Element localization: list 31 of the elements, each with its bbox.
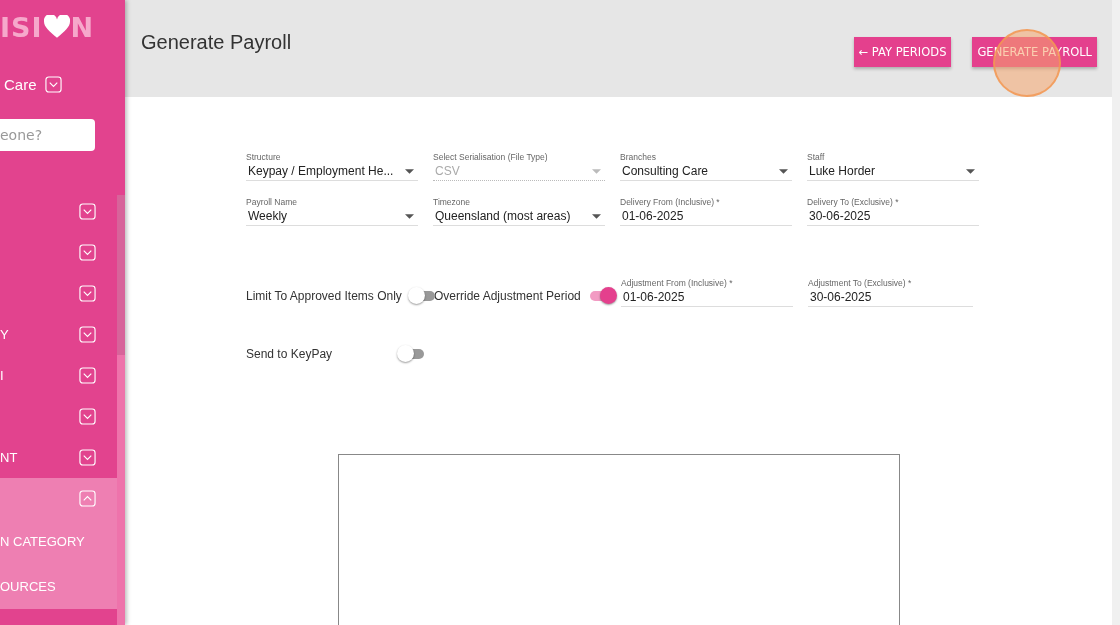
- toggle-label: Send to KeyPay: [246, 347, 334, 361]
- page-title: Generate Payroll: [141, 31, 292, 54]
- dropdown-caret-icon: [779, 168, 788, 174]
- form-field[interactable]: Delivery To (Exclusive) * 30-06-2025: [807, 197, 979, 226]
- dropdown-caret-icon: [966, 168, 975, 174]
- menu-item[interactable]: I: [0, 355, 117, 396]
- logo-text: N: [70, 11, 95, 43]
- search-field[interactable]: eone?: [0, 119, 95, 151]
- form-field[interactable]: Branches Consulting Care: [620, 152, 792, 181]
- organisation-name: Care: [4, 75, 37, 93]
- menu-item[interactable]: NT: [0, 437, 117, 478]
- form-field[interactable]: Adjustment From (Inclusive) * 01-06-2025: [621, 278, 793, 307]
- toggle-label: Limit To Approved Items Only: [246, 289, 402, 303]
- dropdown-caret-icon: [405, 168, 414, 174]
- scrollbar[interactable]: [1112, 0, 1120, 625]
- pay-periods-button[interactable]: ← PAY PERIODS: [853, 37, 952, 67]
- form-field[interactable]: Staff Luke Horder: [807, 152, 979, 181]
- chevron-down-icon[interactable]: [44, 75, 62, 93]
- dropdown-caret-icon: [592, 168, 601, 174]
- dropdown-caret-icon: [405, 213, 414, 219]
- form-field[interactable]: Delivery From (Inclusive) * 01-06-2025: [620, 197, 792, 226]
- logo-text: ISI: [0, 11, 43, 43]
- form-field[interactable]: Timezone Queensland (most areas): [433, 197, 605, 226]
- menu-item[interactable]: Y: [0, 314, 117, 355]
- scrollbar-thumb[interactable]: [117, 195, 125, 355]
- form-field[interactable]: Payroll Name Weekly: [246, 197, 418, 226]
- toggle-label: Override Adjustment Period: [434, 289, 581, 303]
- form-field[interactable]: Adjustment To (Exclusive) * 30-06-2025: [808, 278, 973, 307]
- dropdown-caret-icon: [592, 213, 601, 219]
- heart-icon: [43, 15, 70, 39]
- form-field[interactable]: Structure Keypay / Employment He...: [246, 152, 418, 181]
